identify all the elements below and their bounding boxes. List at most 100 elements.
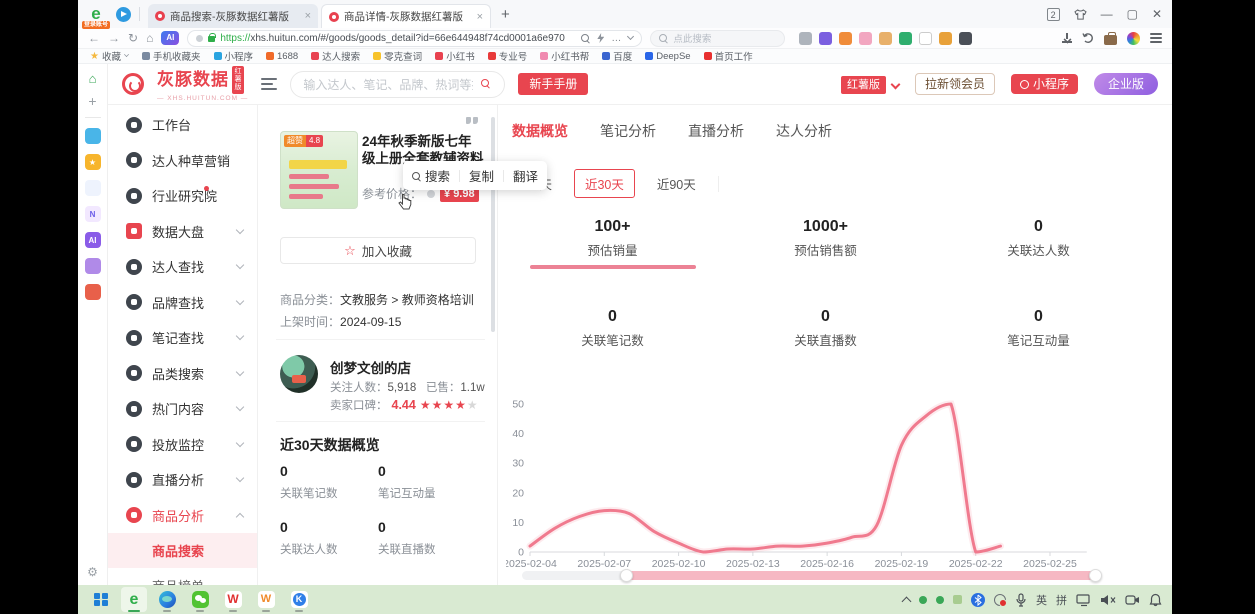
tab-close-icon[interactable]: × [305,10,311,22]
sidebar-subitem-商品榜单[interactable]: 商品榜单 [108,568,257,585]
sidebar-item-品类搜索[interactable]: 品类搜索 [108,356,257,392]
sidebar-item-达人查找[interactable]: 达人查找 [108,249,257,285]
word-capture-icon[interactable] [466,117,478,124]
microphone-icon[interactable] [1015,593,1027,607]
invite-member-button[interactable]: 拉新领会员 [915,73,995,95]
undo-history-icon[interactable] [1082,32,1094,44]
search-icon[interactable] [481,79,492,90]
maximize-button[interactable]: ▢ [1127,8,1138,20]
sidebar-item-工作台[interactable]: 工作台 [108,107,257,143]
pin-ext-icon[interactable] [959,32,972,45]
sidebar-item-达人种草营销[interactable]: 达人种草营销 [108,143,257,179]
range-近90天[interactable]: 近90天 [649,170,704,197]
browser-logo-icon[interactable]: e 登录账号 [86,4,106,24]
stat-预估销量[interactable]: 100+预估销量 [506,217,719,269]
sidebar-item-行业研究院[interactable]: 行业研究院 [108,178,257,214]
popup-search-button[interactable]: 搜索 [412,166,450,185]
sidebar-item-商品分析[interactable]: 商品分析 [108,498,257,534]
stat-关联笔记数[interactable]: 0关联笔记数 [506,307,719,349]
panel-scrollbar[interactable] [491,117,495,332]
slider-handle-right[interactable] [1089,569,1102,582]
browser-360-taskbar-icon[interactable]: e [121,587,147,612]
bookmark-item[interactable]: ★收藏 [90,49,129,63]
bookmark-item[interactable]: 零克查词 [373,49,422,63]
bookmark-item[interactable]: 小红书 [435,49,475,63]
url-text[interactable]: https://xhs.huitun.com/#/goods/goods_det… [220,33,576,44]
huitun-logo[interactable]: 灰豚数据 红薯版 — XHS.HUITUN.COM — [157,66,248,103]
sidebar-item-品牌查找[interactable]: 品牌查找 [108,285,257,321]
monster-ext-icon[interactable] [839,32,852,45]
browser-tab[interactable]: 商品详情-灰豚数据红薯版× [321,4,491,28]
shop-name[interactable]: 创梦文创的店 [330,357,411,377]
bookmark-item[interactable]: 手机收藏夹 [142,49,201,63]
bookmark-item[interactable]: 百度 [602,49,632,63]
ai-assistant-button[interactable]: AI [161,31,179,45]
bookmark-item[interactable]: 小程序 [214,49,254,63]
quick-actions-icon[interactable] [597,33,604,43]
ime-language-indicator[interactable]: 英 [1036,592,1047,608]
shop-avatar[interactable] [280,355,318,393]
tab-直播分析[interactable]: 直播分析 [688,121,744,141]
edge-taskbar-icon[interactable] [154,587,180,612]
side-add-icon[interactable]: + [88,95,96,107]
sidebar-item-直播分析[interactable]: 直播分析 [108,462,257,498]
person-ext-icon[interactable] [879,32,892,45]
collapse-sidebar-icon[interactable] [261,78,277,90]
stat-关联直播数[interactable]: 0关联直播数 [719,307,932,349]
notification-bell-icon[interactable] [1149,593,1162,607]
stat-预估销售额[interactable]: 1000+预估销售额 [719,217,932,269]
settings-gear-icon[interactable]: ⚙ [87,565,98,579]
theme-circle-icon[interactable] [1127,32,1140,45]
virtual-desktop-icon[interactable] [1076,593,1091,607]
login-account-badge[interactable]: 登录账号 [82,21,110,29]
bookmark-item[interactable]: 小红书帮 [540,49,589,63]
game-icon[interactable] [85,284,101,300]
fox-ext-icon[interactable] [939,32,952,45]
sidebar-item-数据大盘[interactable]: 数据大盘 [108,214,257,250]
ai-ring-icon[interactable]: N [85,206,101,222]
purple-ext-icon[interactable] [819,32,832,45]
tab-count-box[interactable]: 2 [1047,8,1060,21]
network-icon[interactable] [85,180,101,196]
home-button[interactable]: ⌂ [146,31,153,45]
sidebar-item-热门内容[interactable]: 热门内容 [108,391,257,427]
browser-skin-icon[interactable] [1074,9,1087,20]
minimize-button[interactable]: — [1101,8,1113,20]
popup-copy-button[interactable]: 复制 [469,166,494,185]
tray-expand-icon[interactable] [902,596,912,606]
wps-taskbar-icon[interactable]: W [220,587,246,612]
reload-button[interactable]: ↻ [128,31,138,45]
h-green-ext-icon[interactable] [899,32,912,45]
quick-search-box[interactable]: 点此搜索 [650,30,785,47]
miniapp-button[interactable]: 小程序 [1011,74,1078,94]
tab-close-icon[interactable]: × [477,11,483,23]
bookmark-item[interactable]: 首页工作 [704,49,753,63]
stat-笔记互动量[interactable]: 0笔记互动量 [932,307,1145,349]
downloads-icon[interactable] [1062,33,1072,43]
popup-translate-button[interactable]: 翻译 [513,166,538,185]
manual-button[interactable]: 新手手册 [518,73,588,95]
global-search-input[interactable]: 输入达人、笔记、品牌、热词等搜... [290,71,505,98]
slider-selection[interactable] [626,571,1096,580]
back-button[interactable]: ← [88,31,100,45]
range-近30天[interactable]: 近30天 [574,169,635,198]
sidebar-item-投放监控[interactable]: 投放监控 [108,427,257,463]
sync-status-icon[interactable] [994,594,1006,606]
product-image[interactable]: 超赞4.8 [280,131,358,209]
bluetooth-icon[interactable] [971,593,985,607]
address-bar[interactable]: https://xhs.huitun.com/#/goods/goods_det… [187,30,642,47]
huitun-logo-icon[interactable] [122,73,144,95]
dropdown-chevron-icon[interactable] [627,33,634,40]
camera-icon[interactable] [1125,594,1140,606]
enterprise-button[interactable]: 企业版 [1094,73,1158,95]
stat-关联达人数[interactable]: 0关联达人数 [932,217,1145,269]
pink-ext-icon[interactable] [859,32,872,45]
speaker-muted-icon[interactable] [1100,594,1116,606]
start-button[interactable] [88,587,114,612]
tab-达人分析[interactable]: 达人分析 [776,121,832,141]
sidebar-subitem-商品搜索[interactable]: 商品搜索 [108,533,257,568]
bookmark-item[interactable]: 达人搜索 [311,49,360,63]
chart-zoom-slider[interactable] [522,569,1102,582]
tray-green-icon[interactable] [919,596,927,604]
more-url-actions-icon[interactable]: … [611,33,621,44]
